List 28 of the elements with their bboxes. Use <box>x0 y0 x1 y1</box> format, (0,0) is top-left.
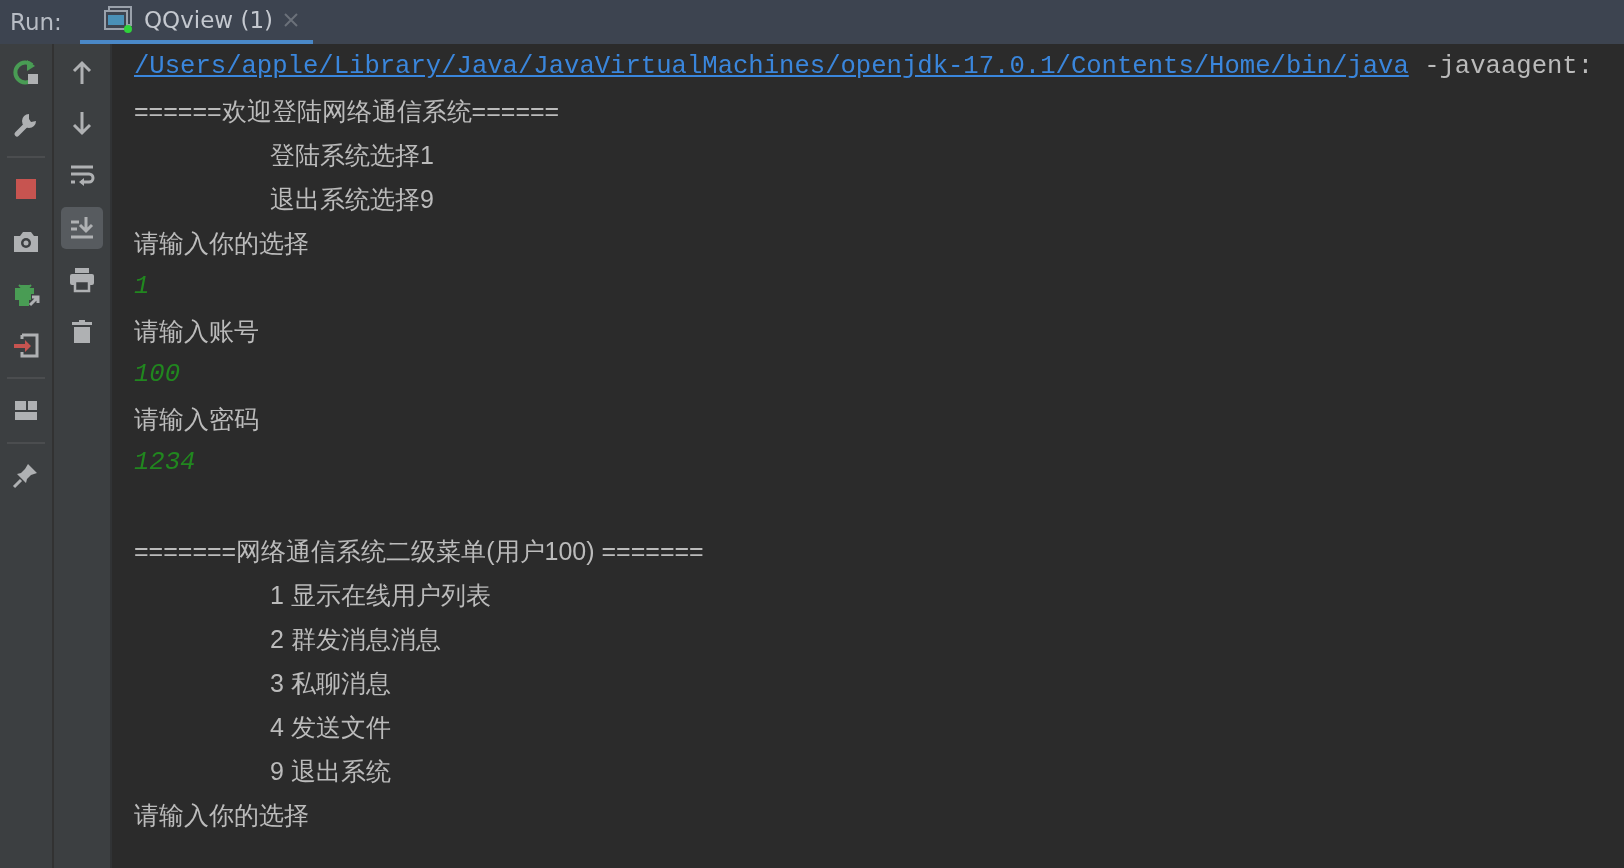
tab-label: QQview (1) <box>144 5 274 35</box>
console-output-line: 3 私聊消息 <box>270 669 391 697</box>
console-output-line: =======网络通信系统二级菜单(用户100) ======= <box>134 537 704 565</box>
user-input-line: 1234 <box>134 448 196 477</box>
console-output-line: 4 发送文件 <box>270 713 391 741</box>
console-output-line: 1 显示在线用户列表 <box>270 581 491 609</box>
run-label: Run: <box>9 7 63 37</box>
printer-icon <box>68 266 96 294</box>
user-input-line: 1 <box>134 272 150 301</box>
console-output-line: ======欢迎登陆网络通信系统====== <box>134 97 560 125</box>
console-output-line: 2 群发消息消息 <box>270 625 441 653</box>
console-output-line: 请输入密码 <box>134 405 259 433</box>
exit-icon[interactable] <box>12 331 40 359</box>
pin-icon[interactable] <box>12 461 40 489</box>
run-tab[interactable]: QQview (1) <box>80 0 314 44</box>
rerun-icon[interactable] <box>12 58 40 86</box>
console-output-line: 退出系统选择9 <box>270 185 434 213</box>
console-output-line: 请输入你的选择 <box>134 229 309 257</box>
window-icon <box>104 6 134 34</box>
command-args: -javaagent: <box>1424 52 1594 81</box>
console-output-line: 请输入你的选择 <box>134 801 309 829</box>
scroll-to-end-icon <box>68 214 96 242</box>
user-input-line: 100 <box>134 360 181 389</box>
console-output-line: 请输入账号 <box>134 317 259 345</box>
java-path-link[interactable]: /Users/apple/Library/Java/JavaVirtualMachines/openjdk-17.0.1/Contents/Home/bin/java <box>134 52 1409 81</box>
scroll-to-end-button[interactable] <box>61 207 103 249</box>
console-output-line: 9 退出系统 <box>270 757 391 785</box>
console-output-line: 登陆系统选择1 <box>270 141 434 169</box>
